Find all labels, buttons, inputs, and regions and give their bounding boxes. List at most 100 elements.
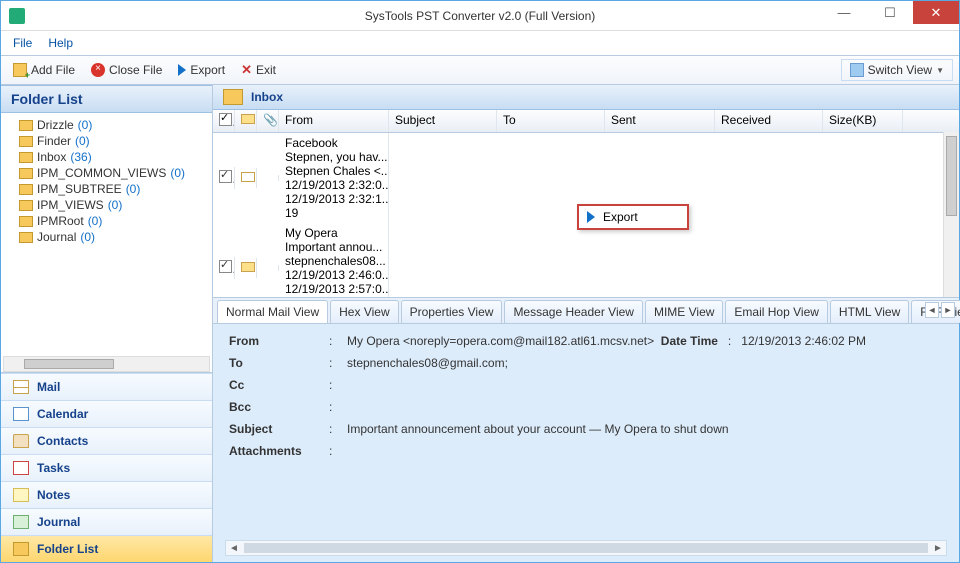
- exit-icon: ✕: [241, 62, 252, 78]
- folder-icon: [19, 168, 33, 179]
- detail-cc-label: Cc: [229, 378, 329, 392]
- context-export[interactable]: Export: [579, 206, 687, 228]
- folder-icon: [19, 216, 33, 227]
- tasks-icon: [13, 461, 29, 475]
- row-checkbox[interactable]: [219, 260, 232, 273]
- tree-h-scrollbar[interactable]: [3, 356, 210, 372]
- envelope-icon: [241, 172, 255, 182]
- folder-icon: [19, 136, 33, 147]
- col-envelope[interactable]: [235, 110, 257, 132]
- detail-from-value: My Opera <noreply=opera.com@mail182.atl6…: [347, 334, 654, 348]
- tab-message-header-view[interactable]: Message Header View: [504, 300, 643, 323]
- minimize-button[interactable]: —: [821, 1, 867, 24]
- close-icon: ×: [91, 63, 105, 77]
- detail-datetime-label: Date Time: [661, 334, 718, 348]
- contacts-icon: [13, 434, 29, 448]
- grid-v-scrollbar[interactable]: [943, 132, 959, 297]
- detail-h-scrollbar[interactable]: ◄►: [225, 540, 947, 556]
- close-file-button[interactable]: ×Close File: [85, 61, 168, 79]
- inbox-header: Inbox: [213, 85, 959, 110]
- switch-view-icon: [850, 63, 864, 77]
- folder-add-icon: [13, 63, 27, 77]
- tab-hex-view[interactable]: Hex View: [330, 300, 398, 323]
- detail-attachments-value: [347, 444, 943, 458]
- detail-bcc-value: [347, 400, 943, 414]
- play-icon: [178, 64, 186, 76]
- journal-icon: [13, 515, 29, 529]
- col-subject[interactable]: Subject: [389, 110, 497, 132]
- detail-to-label: To: [229, 356, 329, 370]
- nav-item-folder-list[interactable]: Folder List: [1, 535, 212, 562]
- mail-icon: [13, 380, 29, 394]
- col-sent[interactable]: Sent: [605, 110, 715, 132]
- folder-tree[interactable]: Drizzle (0)Finder (0)Inbox (36)IPM_COMMO…: [1, 113, 212, 373]
- paperclip-icon: 📎: [263, 113, 279, 127]
- nav-list: MailCalendarContactsTasksNotesJournalFol…: [1, 373, 212, 562]
- nav-item-calendar[interactable]: Calendar: [1, 400, 212, 427]
- nav-item-contacts[interactable]: Contacts: [1, 427, 212, 454]
- nav-item-journal[interactable]: Journal: [1, 508, 212, 535]
- folder-list-header: Folder List: [1, 85, 212, 113]
- detail-to-value: stepnenchales08@gmail.com;: [347, 356, 943, 370]
- tab-properties-view[interactable]: Properties View: [401, 300, 503, 323]
- app-icon: [9, 8, 25, 24]
- tree-item[interactable]: IPM_COMMON_VIEWS (0): [3, 165, 210, 181]
- close-button[interactable]: ✕: [913, 1, 959, 24]
- folder-icon: [19, 200, 33, 211]
- detail-attachments-label: Attachments: [229, 444, 329, 458]
- tree-item[interactable]: Inbox (36): [3, 149, 210, 165]
- calendar-icon: [13, 407, 29, 421]
- tab-normal-mail-view[interactable]: Normal Mail View: [217, 300, 328, 323]
- folder-icon: [19, 232, 33, 243]
- nav-item-tasks[interactable]: Tasks: [1, 454, 212, 481]
- menu-file[interactable]: File: [13, 36, 32, 50]
- toolbar: Add File ×Close File Export ✕Exit Switch…: [1, 55, 959, 85]
- tab-scroll-right[interactable]: ►: [941, 302, 955, 318]
- titlebar: SysTools PST Converter v2.0 (Full Versio…: [1, 1, 959, 31]
- folder-icon: [19, 184, 33, 195]
- tab-email-hop-view[interactable]: Email Hop View: [725, 300, 827, 323]
- tree-item[interactable]: IPMRoot (0): [3, 213, 210, 229]
- window-title: SysTools PST Converter v2.0 (Full Versio…: [365, 9, 596, 23]
- nav-item-mail[interactable]: Mail: [1, 373, 212, 400]
- maximize-button[interactable]: ☐: [867, 1, 913, 24]
- tab-html-view[interactable]: HTML View: [830, 300, 909, 323]
- play-icon: [587, 211, 595, 223]
- left-panel: Folder List Drizzle (0)Finder (0)Inbox (…: [1, 85, 213, 562]
- add-file-button[interactable]: Add File: [7, 61, 81, 79]
- row-checkbox[interactable]: [219, 170, 232, 183]
- detail-from-label: From: [229, 334, 329, 348]
- switch-view-button[interactable]: Switch View ▼: [841, 59, 953, 81]
- tree-item[interactable]: Journal (0): [3, 229, 210, 245]
- menubar: File Help: [1, 31, 959, 55]
- exit-button[interactable]: ✕Exit: [235, 60, 282, 80]
- folder-icon: [223, 89, 243, 105]
- envelope-icon: [241, 262, 255, 272]
- chevron-down-icon: ▼: [936, 66, 944, 75]
- col-received[interactable]: Received: [715, 110, 823, 132]
- tree-item[interactable]: IPM_SUBTREE (0): [3, 181, 210, 197]
- notes-icon: [13, 488, 29, 502]
- mail-row[interactable]: My Opera Important annou...stepnenchales…: [213, 223, 959, 298]
- right-panel: Inbox ✓ 📎 From Subject To Sent Received …: [213, 85, 959, 562]
- col-attachment[interactable]: 📎: [257, 110, 279, 132]
- nav-item-notes[interactable]: Notes: [1, 481, 212, 508]
- menu-help[interactable]: Help: [48, 36, 73, 50]
- mail-detail: From : My Opera <noreply=opera.com@mail1…: [213, 324, 959, 562]
- detail-subject-label: Subject: [229, 422, 329, 436]
- tab-mime-view[interactable]: MIME View: [645, 300, 723, 323]
- col-checkbox[interactable]: ✓: [213, 110, 235, 132]
- detail-subject-value: Important announcement about your accoun…: [347, 422, 943, 436]
- col-from[interactable]: From: [279, 110, 389, 132]
- export-button[interactable]: Export: [172, 61, 231, 79]
- tab-scroll-left[interactable]: ◄: [925, 302, 939, 318]
- tree-item[interactable]: IPM_VIEWS (0): [3, 197, 210, 213]
- col-to[interactable]: To: [497, 110, 605, 132]
- tree-item[interactable]: Drizzle (0): [3, 117, 210, 133]
- inbox-title: Inbox: [251, 90, 283, 104]
- col-size[interactable]: Size(KB): [823, 110, 903, 132]
- view-tabs: Normal Mail ViewHex ViewProperties ViewM…: [213, 298, 959, 324]
- folder-icon: [19, 152, 33, 163]
- tree-item[interactable]: Finder (0): [3, 133, 210, 149]
- detail-cc-value: [347, 378, 943, 392]
